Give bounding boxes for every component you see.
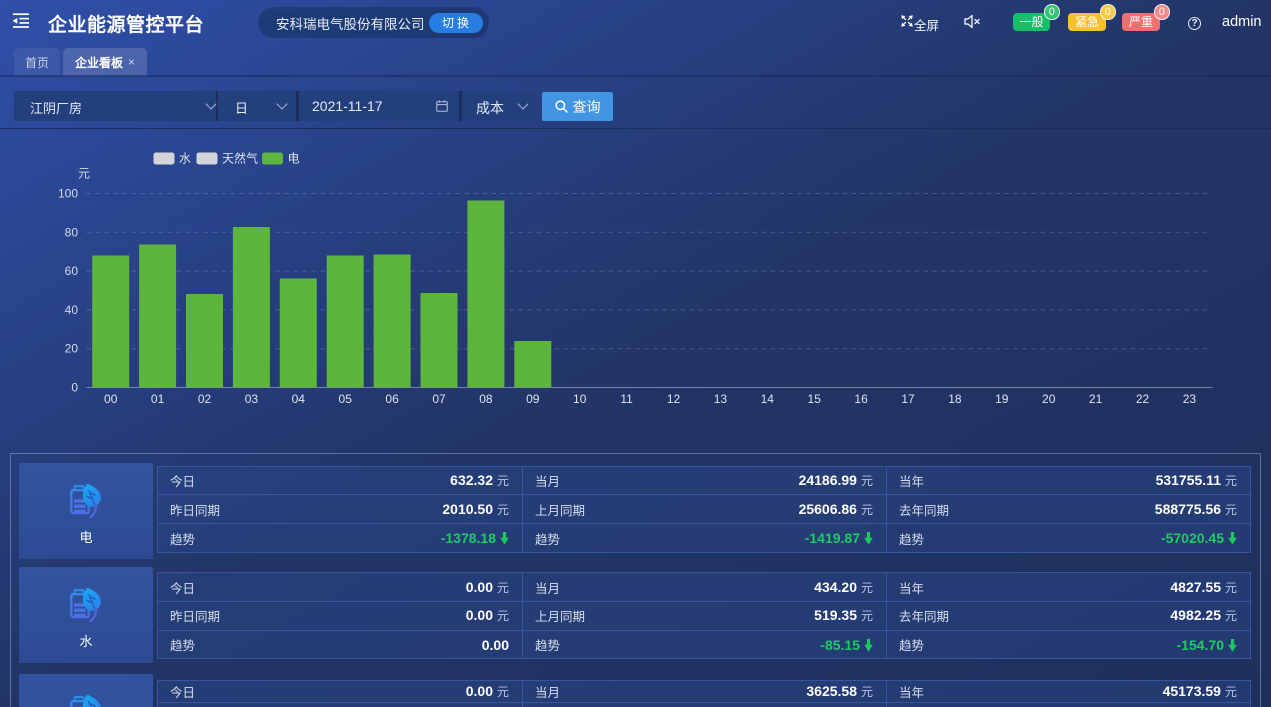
svg-text:23: 23 [1183, 392, 1197, 406]
svg-text:15: 15 [808, 392, 822, 406]
svg-text:02: 02 [198, 392, 212, 406]
svg-text:20: 20 [65, 342, 79, 356]
svg-text:08: 08 [479, 392, 493, 406]
svg-text:00: 00 [104, 392, 118, 406]
svg-text:100: 100 [58, 187, 78, 201]
svg-text:元: 元 [78, 167, 90, 181]
svg-text:10: 10 [573, 392, 587, 406]
svg-text:18: 18 [948, 392, 962, 406]
svg-text:80: 80 [65, 225, 79, 239]
svg-text:11: 11 [620, 392, 633, 406]
svg-text:电: 电 [288, 152, 300, 166]
svg-text:04: 04 [292, 392, 306, 406]
svg-text:13: 13 [714, 392, 728, 406]
svg-text:21: 21 [1089, 392, 1103, 406]
svg-text:03: 03 [245, 392, 259, 406]
svg-text:09: 09 [526, 392, 540, 406]
svg-text:14: 14 [761, 392, 775, 406]
svg-text:40: 40 [65, 303, 79, 317]
svg-text:60: 60 [65, 264, 79, 278]
svg-text:20: 20 [1042, 392, 1056, 406]
svg-text:0: 0 [71, 381, 78, 395]
svg-text:17: 17 [901, 392, 915, 406]
svg-text:07: 07 [432, 392, 446, 406]
svg-text:16: 16 [854, 392, 868, 406]
svg-text:06: 06 [385, 392, 399, 406]
svg-text:22: 22 [1136, 392, 1150, 406]
svg-text:01: 01 [151, 392, 165, 406]
svg-text:天然气: 天然气 [222, 151, 258, 166]
svg-text:12: 12 [667, 392, 681, 406]
svg-text:水: 水 [179, 152, 191, 166]
svg-text:19: 19 [995, 392, 1009, 406]
svg-text:05: 05 [339, 392, 353, 406]
